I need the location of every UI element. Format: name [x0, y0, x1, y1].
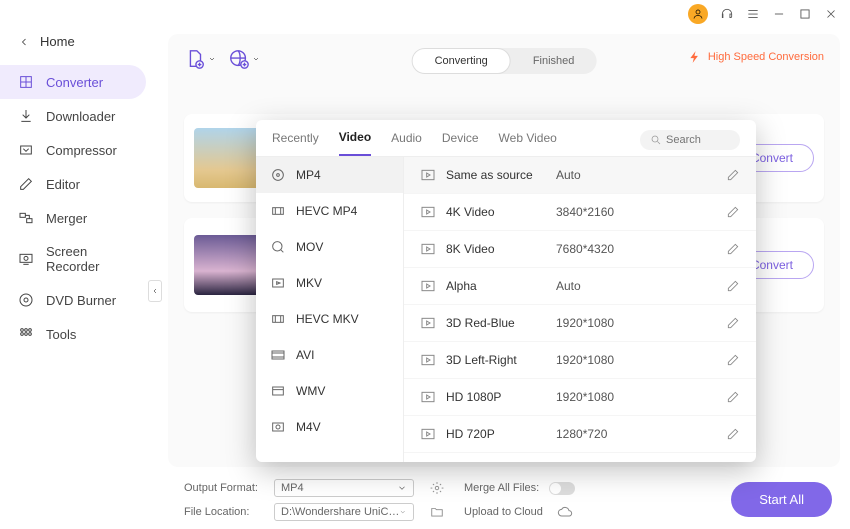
chevron-left-icon	[18, 36, 30, 48]
format-mov[interactable]: MOV	[256, 229, 403, 265]
sidebar: Home ConverterDownloaderCompressorEditor…	[0, 0, 160, 529]
finished-tab[interactable]: Finished	[511, 48, 597, 74]
play-box-icon	[420, 278, 436, 294]
home-label: Home	[40, 34, 75, 49]
sidebar-item-screen-recorder[interactable]: Screen Recorder	[0, 235, 146, 283]
chevron-down-icon	[397, 483, 407, 493]
play-box-icon	[420, 352, 436, 368]
resolution-item[interactable]: 3D Left-Right1920*1080	[404, 342, 756, 379]
high-speed-link[interactable]: High Speed Conversion	[688, 50, 824, 64]
format-mkv[interactable]: MKV	[256, 265, 403, 301]
play-box-icon	[420, 204, 436, 220]
sidebar-item-merger[interactable]: Merger	[0, 201, 146, 235]
support-icon[interactable]	[720, 7, 734, 21]
resolution-item[interactable]: 3D Red-Blue1920*1080	[404, 305, 756, 342]
edit-icon[interactable]	[726, 353, 740, 367]
sidebar-item-converter[interactable]: Converter	[0, 65, 146, 99]
format-hevc-mp4[interactable]: HEVC MP4	[256, 193, 403, 229]
play-box-icon	[420, 389, 436, 405]
sidebar-item-tools[interactable]: Tools	[0, 317, 146, 351]
dropdown-tabs: Recently Video Audio Device Web Video	[256, 120, 756, 157]
merge-toggle[interactable]	[549, 482, 575, 495]
resolution-list: Same as sourceAuto4K Video3840*21608K Vi…	[404, 157, 756, 462]
resolution-item[interactable]: Same as sourceAuto	[404, 157, 756, 194]
dropdown-tab-device[interactable]: Device	[442, 131, 479, 155]
edit-icon[interactable]	[726, 242, 740, 256]
menu-icon[interactable]	[746, 7, 760, 21]
add-url-icon	[228, 48, 250, 70]
play-box-icon	[420, 167, 436, 183]
status-segmented: Converting Finished	[412, 48, 597, 74]
format-search[interactable]	[640, 130, 740, 150]
resolution-item[interactable]: HD 720P1280*720	[404, 416, 756, 453]
edit-icon[interactable]	[726, 390, 740, 404]
minimize-button[interactable]	[772, 7, 786, 21]
resolution-item[interactable]: AlphaAuto	[404, 268, 756, 305]
dropdown-tab-video[interactable]: Video	[339, 130, 371, 156]
dropdown-tab-audio[interactable]: Audio	[391, 131, 422, 155]
search-input[interactable]	[666, 134, 730, 146]
format-list: MP4HEVC MP4MOVMKVHEVC MKVAVIWMVM4V	[256, 157, 404, 462]
gear-icon[interactable]	[430, 481, 444, 495]
edit-icon[interactable]	[726, 427, 740, 441]
file-location-select[interactable]: D:\Wondershare UniConverter 1	[274, 503, 414, 521]
upload-cloud-label: Upload to Cloud	[464, 506, 543, 518]
format-avi[interactable]: AVI	[256, 337, 403, 373]
dropdown-tab-web-video[interactable]: Web Video	[499, 131, 557, 155]
sidebar-item-editor[interactable]: Editor	[0, 167, 146, 201]
play-box-icon	[420, 426, 436, 442]
add-file-button[interactable]	[184, 48, 216, 70]
search-icon	[650, 134, 662, 146]
format-hevc-mkv[interactable]: HEVC MKV	[256, 301, 403, 337]
maximize-button[interactable]	[798, 7, 812, 21]
output-format-select[interactable]: MP4	[274, 479, 414, 497]
file-location-label: File Location:	[184, 506, 264, 518]
format-wmv[interactable]: WMV	[256, 373, 403, 409]
format-dropdown: RecentlyVideoAudioDeviceWeb Video MP4HEV…	[256, 120, 756, 462]
format-m4v[interactable]: M4V	[256, 409, 403, 445]
edit-icon[interactable]	[726, 279, 740, 293]
resolution-item[interactable]: 4K Video3840*2160	[404, 194, 756, 231]
user-avatar[interactable]	[688, 4, 708, 24]
resolution-item[interactable]: 8K Video7680*4320	[404, 231, 756, 268]
back-home[interactable]: Home	[0, 28, 160, 65]
dropdown-tab-recently[interactable]: Recently	[272, 131, 319, 155]
close-button[interactable]	[824, 7, 838, 21]
chevron-down-icon	[399, 507, 407, 517]
play-box-icon	[420, 241, 436, 257]
titlebar	[688, 0, 850, 28]
sidebar-item-dvd-burner[interactable]: DVD Burner	[0, 283, 146, 317]
add-file-icon	[184, 48, 206, 70]
caret-down-icon	[208, 55, 216, 63]
sidebar-item-downloader[interactable]: Downloader	[0, 99, 146, 133]
bolt-icon	[688, 50, 702, 64]
edit-icon[interactable]	[726, 168, 740, 182]
cloud-icon[interactable]	[557, 504, 573, 520]
sidebar-item-compressor[interactable]: Compressor	[0, 133, 146, 167]
play-box-icon	[420, 315, 436, 331]
resolution-item[interactable]: HD 1080P1920*1080	[404, 379, 756, 416]
output-format-label: Output Format:	[184, 482, 264, 494]
sidebar-collapse[interactable]	[148, 280, 162, 302]
merge-label: Merge All Files:	[464, 482, 539, 494]
converting-tab[interactable]: Converting	[412, 48, 511, 74]
format-mp4[interactable]: MP4	[256, 157, 403, 193]
start-all-button[interactable]: Start All	[731, 482, 832, 517]
edit-icon[interactable]	[726, 316, 740, 330]
folder-icon[interactable]	[430, 505, 444, 519]
add-url-button[interactable]	[228, 48, 260, 70]
caret-down-icon	[252, 55, 260, 63]
edit-icon[interactable]	[726, 205, 740, 219]
